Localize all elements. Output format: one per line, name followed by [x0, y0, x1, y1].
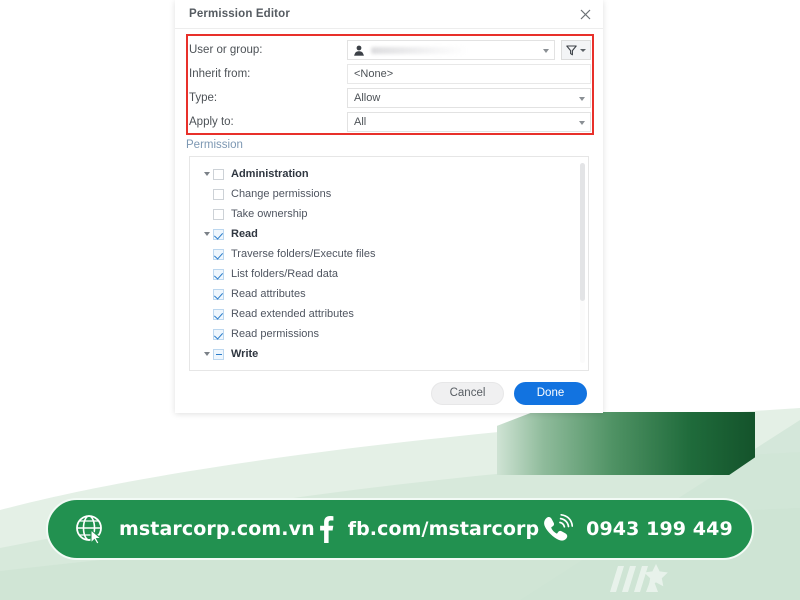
- filter-icon: [566, 44, 577, 55]
- permission-row[interactable]: Read extended attributes: [190, 304, 588, 324]
- permission-row[interactable]: Traverse folders/Execute files: [190, 244, 588, 264]
- dialog-title-bar: Permission Editor: [175, 0, 603, 29]
- permission-checkbox[interactable]: [213, 268, 224, 280]
- apply-to-label: Apply to:: [189, 116, 234, 128]
- inherit-from-label: Inherit from:: [189, 68, 251, 80]
- apply-to-select[interactable]: All: [347, 112, 591, 132]
- globe-cursor-icon: [74, 513, 106, 545]
- form-row-inherit-from: Inherit from: <None>: [189, 62, 591, 86]
- permission-section-label: Permission: [186, 139, 243, 151]
- banner-facebook[interactable]: fb.com/mstarcorp: [315, 514, 539, 544]
- permission-label: Change permissions: [231, 188, 332, 200]
- chevron-down-icon[interactable]: [579, 96, 585, 101]
- permission-checkbox[interactable]: [213, 348, 224, 360]
- done-button[interactable]: Done: [514, 381, 587, 405]
- permission-label: List folders/Read data: [231, 268, 339, 280]
- permission-row[interactable]: Read: [190, 224, 588, 244]
- type-value: Allow: [354, 92, 381, 104]
- mstar-watermark-logo: [606, 562, 676, 596]
- permission-checkbox[interactable]: [213, 188, 224, 200]
- phone-text: 0943 199 449: [586, 518, 733, 540]
- permission-row[interactable]: Administration: [190, 164, 588, 184]
- scrollbar-thumb[interactable]: [580, 163, 585, 301]
- permission-row[interactable]: Read attributes: [190, 284, 588, 304]
- inherit-from-value: <None>: [354, 68, 394, 80]
- permission-label: Read extended attributes: [231, 308, 354, 320]
- chevron-down-icon[interactable]: [543, 48, 549, 53]
- website-text: mstarcorp.com.vn: [119, 518, 315, 540]
- cancel-button[interactable]: Cancel: [431, 381, 504, 405]
- facebook-icon: [315, 514, 335, 544]
- permission-label: Traverse folders/Execute files: [231, 248, 376, 260]
- permission-tree-panel: Administration Change permissions Take own…: [189, 156, 589, 371]
- chevron-down-icon[interactable]: [200, 232, 213, 236]
- permission-label: Read attributes: [231, 288, 306, 300]
- permission-label: Write: [231, 348, 259, 360]
- permission-row[interactable]: Write: [190, 344, 588, 364]
- form-row-type: Type: Allow: [189, 86, 591, 110]
- dialog-title: Permission Editor: [189, 8, 290, 20]
- permission-checkbox[interactable]: [213, 288, 224, 300]
- permission-row[interactable]: List folders/Read data: [190, 264, 588, 284]
- type-select[interactable]: Allow: [347, 88, 591, 108]
- permission-row[interactable]: Read permissions: [190, 324, 588, 344]
- user-value-redacted: [371, 46, 467, 54]
- green-ribbon-shape: [497, 412, 755, 475]
- permission-label: Read: [231, 228, 258, 240]
- mstar-logo-icon: [610, 564, 668, 592]
- permission-checkbox[interactable]: [213, 208, 224, 220]
- permission-label: Read permissions: [231, 328, 320, 340]
- user-or-group-input[interactable]: [347, 40, 555, 60]
- chevron-down-icon[interactable]: [579, 120, 585, 125]
- facebook-text: fb.com/mstarcorp: [347, 518, 540, 540]
- filter-button[interactable]: [561, 40, 591, 60]
- permission-row[interactable]: Take ownership: [190, 204, 588, 224]
- form-row-user-or-group: User or group:: [189, 38, 591, 62]
- contact-banner: mstarcorp.com.vn fb.com/mstarcorp 0943 1…: [46, 498, 754, 560]
- banner-website[interactable]: mstarcorp.com.vn: [74, 513, 315, 545]
- permission-tree-scrollbar[interactable]: [580, 163, 585, 363]
- permission-checkbox[interactable]: [213, 328, 224, 340]
- close-icon[interactable]: [577, 6, 593, 22]
- permission-tree: Administration Change permissions Take own…: [190, 157, 588, 364]
- permission-checkbox[interactable]: [213, 308, 224, 320]
- permission-checkbox[interactable]: [213, 228, 224, 240]
- user-icon: [354, 45, 364, 56]
- apply-to-value: All: [354, 116, 367, 128]
- permission-label: Administration: [231, 168, 309, 180]
- form-row-apply-to: Apply to: All: [189, 110, 591, 134]
- dialog-footer: Cancel Done: [175, 373, 603, 413]
- screenshot-root: mstarcorp.com.vn fb.com/mstarcorp 0943 1…: [0, 0, 800, 600]
- type-label: Type:: [189, 92, 218, 104]
- permission-editor-dialog: Permission Editor User or group: Inherit…: [175, 0, 603, 413]
- phone-ringing-icon: [539, 513, 574, 545]
- permission-checkbox[interactable]: [213, 248, 224, 260]
- user-or-group-label: User or group:: [189, 44, 263, 56]
- chevron-down-icon[interactable]: [200, 172, 213, 176]
- permission-label: Take ownership: [231, 208, 308, 220]
- inherit-from-field: <None>: [347, 64, 591, 84]
- chevron-down-icon[interactable]: [200, 352, 213, 356]
- banner-phone[interactable]: 0943 199 449: [539, 513, 733, 545]
- permission-checkbox[interactable]: [213, 168, 224, 180]
- permission-row[interactable]: Change permissions: [190, 184, 588, 204]
- chevron-down-icon: [580, 48, 586, 52]
- permission-form: User or group: Inherit from: <None> Type…: [189, 38, 591, 134]
